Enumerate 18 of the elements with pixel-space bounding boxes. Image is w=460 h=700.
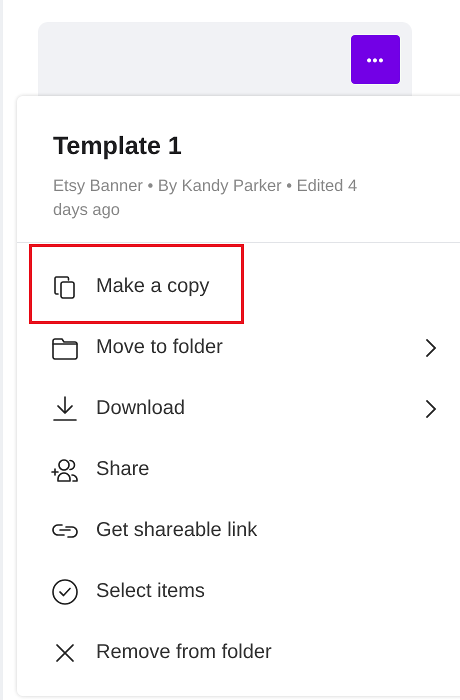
menu-title: Template 1 [53, 131, 183, 162]
menu-item-label: Download [96, 397, 185, 420]
menu-item[interactable]: Move to folder [17, 317, 460, 378]
menu-subtitle: Etsy Banner • By Kandy Parker • Edited 4 days ago [53, 176, 358, 221]
menu-item[interactable]: Select items [17, 561, 460, 622]
menu-item[interactable]: Get shareable link [17, 500, 460, 561]
menu-item-label: Remove from folder [96, 641, 272, 664]
menu-item[interactable]: Make a copy [17, 256, 460, 317]
check-circle-icon [50, 576, 80, 606]
menu-item-label: Make a copy [96, 275, 210, 298]
menu-item[interactable]: Share [17, 439, 460, 500]
more-button[interactable]: ••• [351, 35, 400, 84]
menu-item[interactable]: Remove from folder [17, 622, 460, 683]
menu-item-label: Select items [96, 580, 205, 603]
menu-item-label: Move to folder [96, 336, 223, 359]
menu-item[interactable]: Download [17, 378, 460, 439]
menu-item-label: Get shareable link [96, 519, 258, 542]
menu-item-label: Share [96, 458, 150, 481]
